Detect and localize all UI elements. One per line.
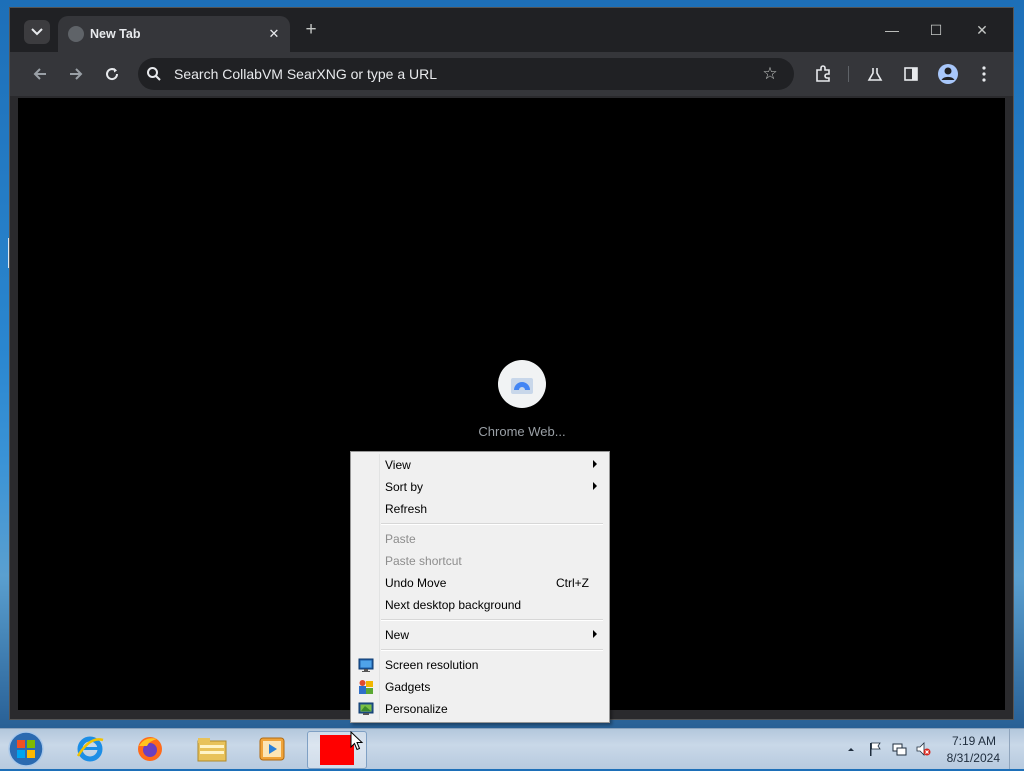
start-button[interactable] [6, 730, 46, 768]
personalize-icon [358, 702, 374, 715]
menu-item-undo-move[interactable]: Undo Move Ctrl+Z [353, 572, 607, 594]
reload-button[interactable] [99, 61, 125, 87]
menu-item-label: Next desktop background [385, 598, 522, 612]
kebab-menu-icon [982, 66, 986, 82]
red-app-icon [320, 735, 354, 765]
taskbar-media-player[interactable] [244, 731, 300, 767]
minimize-button[interactable]: — [872, 18, 912, 42]
clock-date[interactable]: 8/31/2024 [930, 751, 1000, 765]
chrome-web-store-icon [498, 360, 546, 408]
title-bar: New Tab ✕ + — ☐ ✕ [10, 8, 1013, 52]
media-player-icon [259, 737, 285, 761]
submenu-arrow-icon [593, 482, 597, 490]
menu-item-next-desktop-background[interactable]: Next desktop background [353, 594, 607, 616]
search-icon [147, 67, 161, 81]
chevron-down-icon [31, 28, 43, 36]
menu-item-refresh[interactable]: Refresh [353, 498, 607, 520]
internet-explorer-icon [76, 736, 104, 762]
avatar-icon [938, 64, 958, 84]
menu-item-sort-by[interactable]: Sort by [353, 476, 607, 498]
omnibox[interactable]: Search CollabVM SearXNG or type a URL ☆ [138, 58, 794, 90]
maximize-button[interactable]: ☐ [916, 18, 956, 42]
menu-item-label: Undo Move [385, 576, 447, 590]
taskbar-internet-explorer[interactable] [62, 731, 118, 767]
side-panel-icon [904, 67, 918, 81]
tab-title: New Tab [90, 27, 141, 41]
menu-item-shortcut: Ctrl+Z [556, 576, 589, 590]
firefox-icon [138, 737, 162, 761]
submenu-arrow-icon [593, 460, 597, 468]
back-button[interactable] [27, 61, 53, 87]
side-panel-button[interactable] [898, 61, 924, 87]
bookmark-star-icon[interactable]: ☆ [760, 64, 780, 84]
menu-item-screen-resolution[interactable]: Screen resolution [353, 654, 607, 676]
mouse-cursor-icon [350, 731, 364, 751]
close-icon[interactable]: ✕ [266, 26, 282, 42]
toolbar: Search CollabVM SearXNG or type a URL ☆ [10, 52, 1013, 96]
shortcut-label: Chrome Web... [478, 424, 566, 439]
menu-button[interactable] [971, 61, 997, 87]
submenu-arrow-icon [593, 630, 597, 638]
menu-item-label: Personalize [385, 702, 448, 716]
show-hidden-icons-icon[interactable] [843, 741, 859, 757]
back-arrow-icon [33, 68, 46, 80]
desktop-context-menu: View Sort by Refresh Paste Paste shortcu… [350, 451, 610, 723]
flask-icon [867, 68, 883, 81]
forward-button[interactable] [63, 61, 89, 87]
toolbar-divider [848, 66, 849, 82]
menu-item-label: Refresh [385, 502, 428, 516]
show-desktop-button[interactable] [1009, 729, 1024, 769]
tab-new-tab[interactable]: New Tab ✕ [58, 16, 290, 52]
gadgets-icon [359, 680, 373, 694]
profile-button[interactable] [935, 61, 961, 87]
menu-separator [381, 523, 603, 525]
taskbar: 7:19 AM 8/31/2024 [0, 728, 1024, 769]
action-center-flag-icon[interactable] [867, 741, 883, 757]
forward-arrow-icon [70, 68, 83, 80]
shortcut-chrome-web-store[interactable]: Chrome Web... [468, 360, 576, 450]
menu-item-label: Sort by [385, 480, 424, 494]
taskbar-firefox[interactable] [122, 731, 178, 767]
extensions-button[interactable] [810, 61, 836, 87]
omnibox-placeholder: Search CollabVM SearXNG or type a URL [174, 66, 437, 82]
menu-item-label: Paste [385, 532, 416, 546]
new-tab-button[interactable]: + [300, 20, 322, 42]
menu-item-personalize[interactable]: Personalize [353, 698, 607, 720]
reload-icon [106, 68, 119, 81]
taskbar-file-explorer[interactable] [184, 731, 240, 767]
menu-item-new[interactable]: New [353, 624, 607, 646]
menu-item-label: Screen resolution [385, 658, 479, 672]
close-window-button[interactable]: ✕ [962, 18, 1002, 42]
globe-icon [68, 26, 84, 42]
menu-item-label: Paste shortcut [385, 554, 462, 568]
tab-search-button[interactable] [24, 20, 50, 44]
file-explorer-icon [197, 738, 227, 762]
labs-button[interactable] [862, 61, 888, 87]
screen-resolution-icon [358, 658, 374, 672]
menu-item-paste-shortcut: Paste shortcut [353, 550, 607, 572]
clock-time[interactable]: 7:19 AM [926, 734, 996, 748]
menu-separator [381, 649, 603, 651]
puzzle-icon [816, 65, 830, 82]
menu-item-gadgets[interactable]: Gadgets [353, 676, 607, 698]
menu-item-label: Gadgets [385, 680, 431, 694]
menu-item-label: View [385, 458, 411, 472]
menu-item-paste: Paste [353, 528, 607, 550]
windows-start-icon [8, 731, 44, 767]
menu-item-label: New [385, 628, 410, 642]
menu-separator [381, 619, 603, 621]
network-icon[interactable] [891, 741, 907, 757]
menu-item-view[interactable]: View [353, 454, 607, 476]
